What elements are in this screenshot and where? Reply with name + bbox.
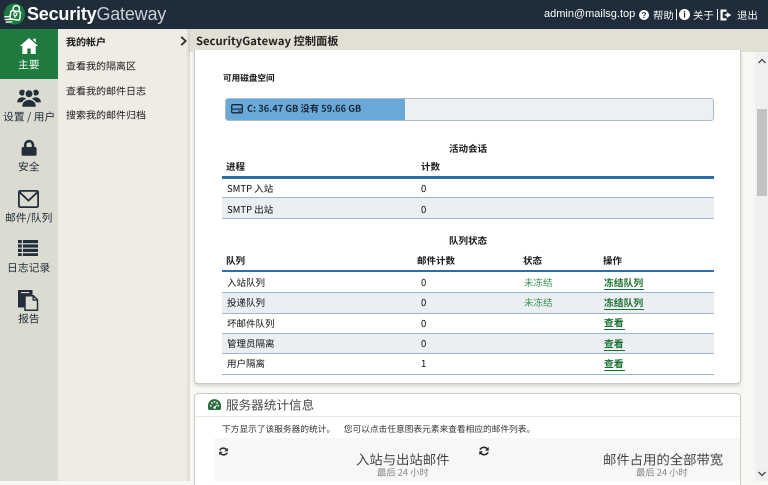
svg-text:?: ? bbox=[642, 10, 647, 19]
svg-text:i: i bbox=[683, 10, 686, 20]
